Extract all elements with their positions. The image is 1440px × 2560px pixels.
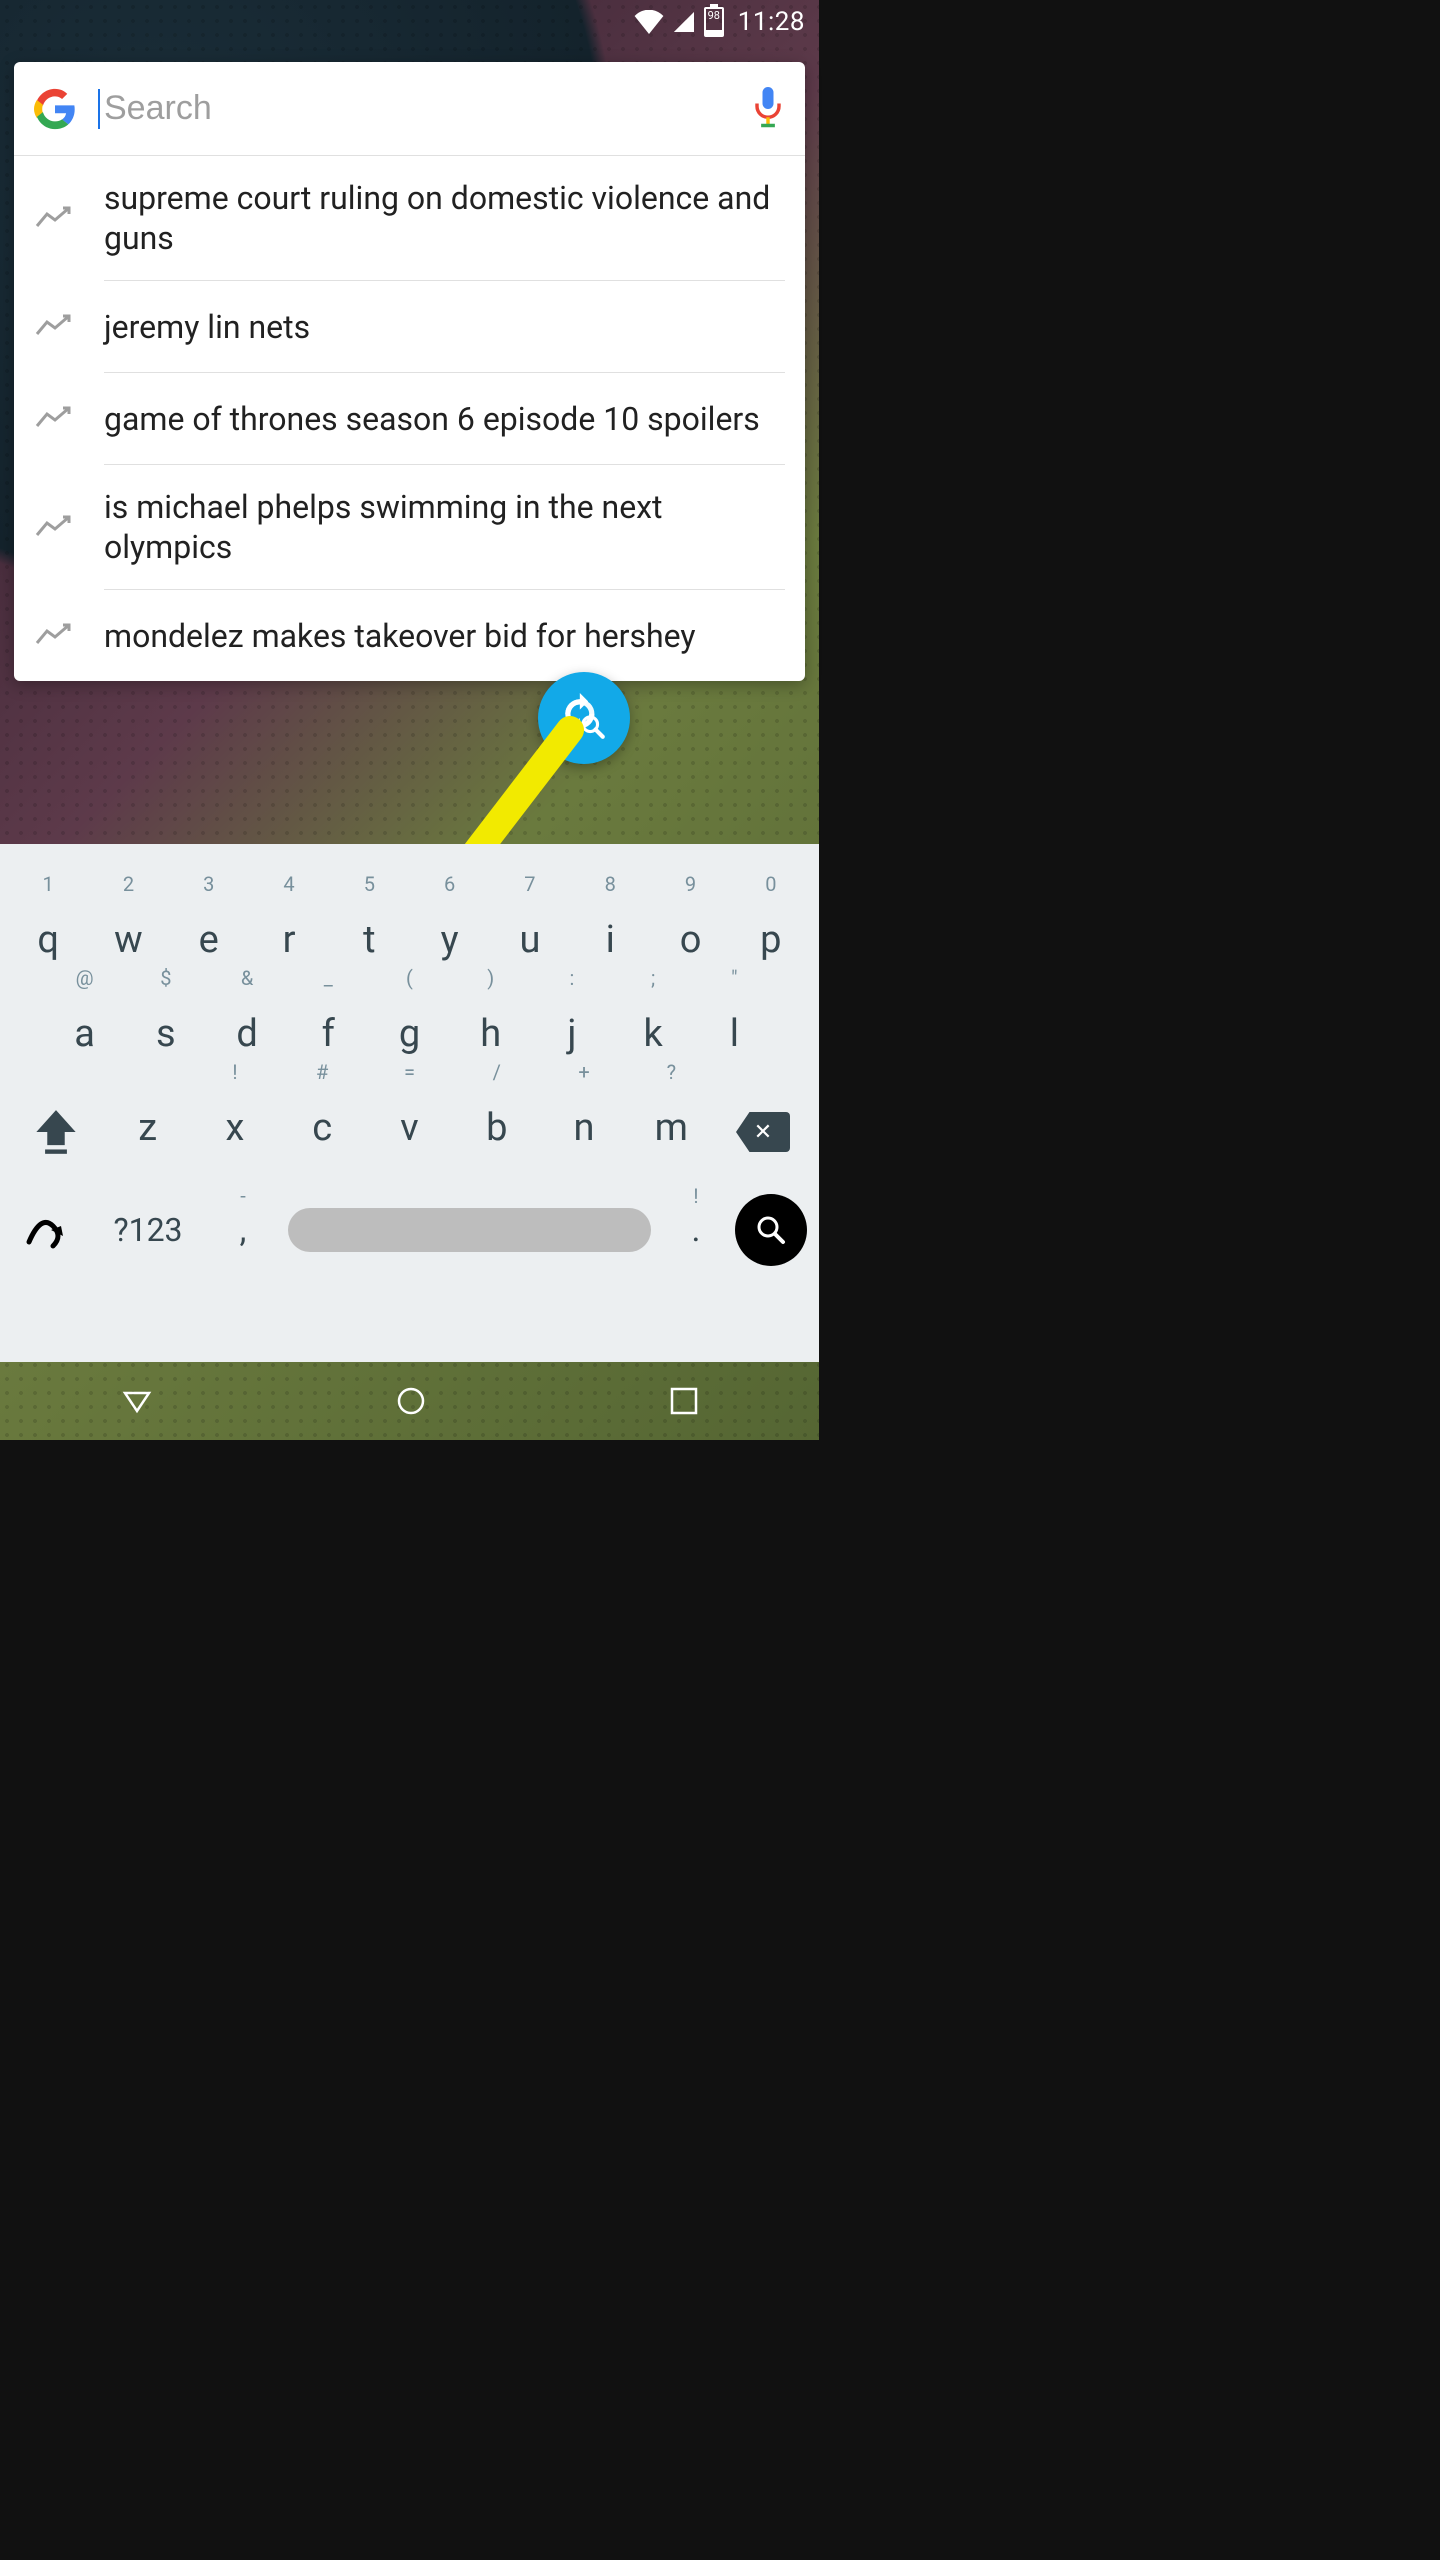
home-button[interactable] [393,1383,429,1419]
suggestion-text: game of thrones season 6 episode 10 spoi… [104,377,785,461]
shift-key[interactable] [8,1108,104,1156]
suggestion-text: is michael phelps swimming in the next o… [104,465,785,589]
suggestion-text: mondelez makes takeover bid for hershey [104,594,785,678]
comma-key[interactable]: - , [208,1210,278,1250]
key-c[interactable]: #c [279,1088,366,1176]
battery-level: 98 [708,9,720,23]
search-icon [753,1212,789,1248]
symbols-key[interactable]: ?123 [88,1211,208,1249]
trending-icon [34,623,76,647]
soft-keyboard: 1q2w3e4r5t6y7u8i9o0p @a$s&d_f(g)h:j;k"l … [0,844,819,1362]
swipe-input-key[interactable] [8,1208,88,1252]
clock: 11:28 [738,7,805,37]
trending-icon [34,206,76,230]
shift-icon [34,1108,78,1156]
trending-suggestions: supreme court ruling on domestic violenc… [14,156,805,681]
suggestion-text: jeremy lin nets [104,285,785,369]
key-n[interactable]: +n [540,1088,627,1176]
cell-signal-icon [672,10,696,34]
back-button[interactable] [119,1383,155,1419]
google-search-card: supreme court ruling on domestic violenc… [14,62,805,681]
keyboard-row-3: z!x#c=v/b+n?m ✕ [0,1088,819,1176]
keyboard-row-4: ?123 - , ! . [0,1182,819,1266]
search-bar[interactable] [14,62,805,156]
swipe-icon [23,1208,73,1252]
trending-icon [34,406,76,430]
key-b[interactable]: /b [453,1088,540,1176]
refresh-search-icon [559,693,609,743]
trending-suggestion[interactable]: is michael phelps swimming in the next o… [14,464,805,589]
space-key[interactable] [288,1208,651,1252]
trending-icon [34,314,76,338]
key-z[interactable]: z [104,1088,191,1176]
key-m[interactable]: ?m [628,1088,715,1176]
search-action-key[interactable] [731,1194,811,1266]
recents-button[interactable] [668,1385,700,1417]
trending-suggestion[interactable]: supreme court ruling on domestic violenc… [14,156,805,280]
status-bar: 98 11:28 [0,0,819,44]
trending-suggestion[interactable]: jeremy lin nets [14,280,805,372]
refresh-search-fab[interactable] [538,672,630,764]
key-v[interactable]: =v [366,1088,453,1176]
key-a[interactable]: @a [44,994,125,1082]
suggestion-text: supreme court ruling on domestic violenc… [104,156,785,280]
wifi-icon [634,10,664,34]
backspace-icon: ✕ [736,1112,790,1152]
google-logo-icon [34,88,76,130]
trending-suggestion[interactable]: game of thrones season 6 episode 10 spoi… [14,372,805,464]
backspace-key[interactable]: ✕ [715,1112,811,1152]
battery-icon: 98 [704,7,724,37]
period-key[interactable]: ! . [661,1210,731,1250]
system-nav-bar [0,1362,819,1440]
text-cursor [98,89,100,129]
search-input[interactable] [104,89,751,128]
trending-icon [34,515,76,539]
trending-suggestion[interactable]: mondelez makes takeover bid for hershey [14,589,805,681]
voice-search-icon[interactable] [751,87,785,131]
key-x[interactable]: !x [191,1088,278,1176]
